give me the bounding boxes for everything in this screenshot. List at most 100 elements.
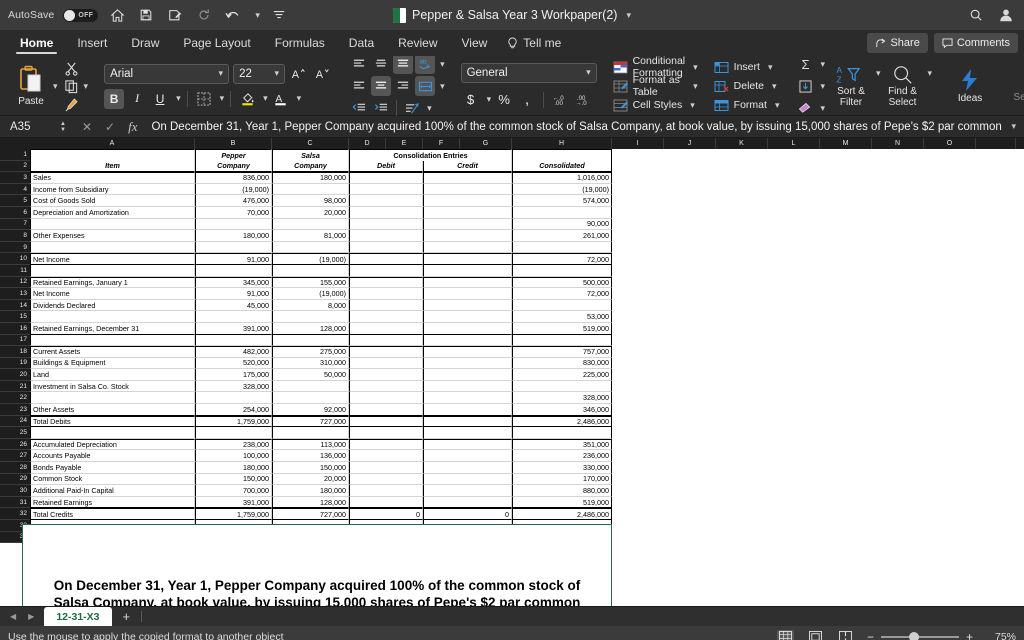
cell-H5[interactable]: 574,000	[512, 195, 612, 207]
cell-C24[interactable]: 727,000	[272, 415, 349, 428]
cell-H7[interactable]: 90,000	[512, 218, 612, 231]
font-color-button[interactable]: A	[271, 89, 291, 109]
cell-area[interactable]: Pepper Salsa Consolidation Entries Item …	[30, 149, 612, 544]
cell-D18[interactable]	[349, 346, 423, 358]
cell-D5[interactable]	[349, 195, 423, 207]
add-sheet-button[interactable]: +	[112, 607, 142, 626]
cell-B14[interactable]: 45,000	[195, 299, 272, 312]
cell-D15[interactable]	[349, 311, 423, 323]
row-header-4[interactable]: 4	[0, 184, 30, 196]
cell-B6[interactable]: 70,000	[195, 206, 272, 219]
cell-D25[interactable]	[349, 427, 423, 439]
tell-me-search[interactable]: Tell me	[499, 30, 561, 56]
cell-D28[interactable]	[349, 462, 423, 474]
cell-H18[interactable]: 757,000	[512, 346, 612, 358]
cell-H29[interactable]: 170,000	[512, 473, 612, 486]
cell-h2[interactable]: Consolidated	[512, 160, 612, 173]
cell-B28[interactable]: 180,000	[195, 462, 272, 474]
cell-F31[interactable]	[423, 496, 512, 509]
cell-H20[interactable]: 225,000	[512, 369, 612, 381]
cell-C25[interactable]	[272, 427, 349, 439]
home-icon[interactable]	[107, 5, 127, 25]
cell-H19[interactable]: 830,000	[512, 357, 612, 370]
cell-H31[interactable]: 519,000	[512, 496, 612, 509]
cell-D26[interactable]	[349, 438, 423, 451]
format-as-table-chevron-icon[interactable]: ▾	[693, 81, 698, 92]
cell-B16[interactable]: 391,000	[195, 322, 272, 335]
column-header-d[interactable]: D	[349, 138, 386, 149]
cell-A20[interactable]: Land	[30, 369, 195, 381]
cell-f2[interactable]: Credit	[423, 160, 512, 173]
decrease-decimal-button[interactable]: .00 →.0	[573, 90, 593, 110]
column-header-g[interactable]: G	[460, 138, 512, 149]
cell-A13[interactable]: Net Income	[30, 288, 195, 300]
cell-C22[interactable]	[272, 392, 349, 405]
cell-a1[interactable]	[30, 149, 195, 161]
merge-cells-button[interactable]	[415, 76, 436, 96]
cell-A17[interactable]	[30, 334, 195, 347]
cell-A30[interactable]: Additional Paid-In Capital	[30, 485, 195, 497]
cell-H23[interactable]: 346,000	[512, 404, 612, 416]
cell-F24[interactable]	[423, 415, 512, 428]
cell-F7[interactable]	[423, 218, 512, 231]
conditional-formatting-chevron-icon[interactable]: ▾	[693, 62, 698, 73]
row-header-1[interactable]: 1	[0, 149, 30, 161]
cell-C20[interactable]: 50,000	[272, 369, 349, 381]
cell-D32[interactable]: 0	[349, 508, 423, 520]
cell-A14[interactable]: Dividends Declared	[30, 299, 195, 312]
row-header-25[interactable]: 25	[0, 427, 30, 439]
cell-C27[interactable]: 136,000	[272, 450, 349, 463]
cell-F5[interactable]	[423, 195, 512, 207]
cell-C19[interactable]: 310,000	[272, 357, 349, 370]
borders-chevron-icon[interactable]: ▾	[220, 93, 225, 104]
zoom-level-label[interactable]: 75%	[986, 631, 1016, 640]
column-header-i[interactable]: I	[612, 138, 664, 149]
insert-chevron-icon[interactable]: ▾	[768, 62, 773, 73]
cell-d2[interactable]: Debit	[349, 160, 423, 173]
cell-H17[interactable]	[512, 334, 612, 347]
cell-d1-merged[interactable]: Consolidation Entries	[349, 149, 512, 161]
font-color-chevron-icon[interactable]: ▾	[297, 93, 302, 104]
cell-F4[interactable]	[423, 183, 512, 196]
cell-A18[interactable]: Current Assets	[30, 346, 195, 358]
cell-B26[interactable]: 238,000	[195, 438, 272, 451]
font-size-select[interactable]: 22 ▾	[233, 63, 286, 84]
cell-B9[interactable]	[195, 241, 272, 254]
percent-style-button[interactable]: %	[494, 90, 514, 110]
cell-H25[interactable]	[512, 427, 612, 439]
cell-A9[interactable]	[30, 241, 195, 254]
row-header-5[interactable]: 5	[0, 195, 30, 207]
comma-style-button[interactable]: ,	[517, 90, 537, 110]
spreadsheet-grid[interactable]: A B C D E F G H I J K L M N O 1234567891…	[0, 138, 1024, 606]
cell-F18[interactable]	[423, 346, 512, 358]
tab-insert[interactable]: Insert	[65, 30, 119, 56]
increase-indent-button[interactable]	[371, 98, 391, 118]
clear-button[interactable]: ▾	[795, 98, 825, 118]
cell-D12[interactable]	[349, 276, 423, 289]
accounting-chevron-icon[interactable]: ▾	[487, 94, 492, 105]
row-header-20[interactable]: 20	[0, 369, 30, 381]
expand-formula-bar-chevron-icon[interactable]: ▾	[1003, 121, 1024, 132]
align-bottom-button[interactable]	[393, 54, 414, 74]
zoom-in-button[interactable]: +	[966, 630, 973, 640]
cell-A10[interactable]: Net Income	[30, 253, 195, 265]
cell-D29[interactable]	[349, 473, 423, 486]
delete-chevron-icon[interactable]: ▾	[772, 81, 777, 92]
row-header-29[interactable]: 29	[0, 474, 30, 486]
cell-C5[interactable]: 98,000	[272, 195, 349, 207]
cell-H13[interactable]: 72,000	[512, 288, 612, 300]
increase-decimal-button[interactable]: ←.0.00	[550, 90, 570, 110]
cell-B18[interactable]: 482,000	[195, 346, 272, 358]
font-name-select[interactable]: Arial ▾	[104, 63, 230, 84]
select-all-corner[interactable]	[0, 138, 30, 149]
italic-button[interactable]: I	[127, 89, 147, 109]
cell-F25[interactable]	[423, 427, 512, 439]
row-header-10[interactable]: 10	[0, 253, 30, 265]
cell-B22[interactable]	[195, 392, 272, 405]
cell-A19[interactable]: Buildings & Equipment	[30, 357, 195, 370]
zoom-slider[interactable]: − +	[867, 630, 973, 640]
column-header-b[interactable]: B	[195, 138, 272, 149]
paste-button[interactable]: Paste	[12, 65, 50, 107]
cell-b2[interactable]: Company	[195, 160, 272, 173]
row-header-30[interactable]: 30	[0, 485, 30, 497]
